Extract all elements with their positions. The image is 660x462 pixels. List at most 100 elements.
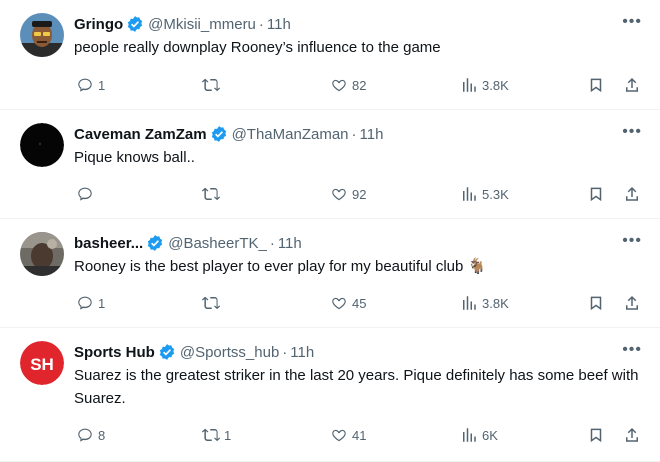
retweet-icon: [202, 428, 220, 442]
reply-icon: [78, 187, 92, 201]
retweet-button[interactable]: [202, 76, 224, 94]
separator-dot: ·: [282, 343, 288, 361]
tweet-actions: 1 45 3.8K: [74, 294, 646, 316]
tweet-content: Caveman ZamZam @ThaManZaman · 11h ••• Pi…: [74, 123, 646, 202]
retweet-icon: [202, 187, 220, 201]
reply-button[interactable]: 8: [76, 426, 105, 444]
avatar[interactable]: [20, 13, 64, 57]
reply-button[interactable]: 1: [76, 76, 105, 94]
reply-icon: [78, 78, 92, 92]
bookmark-button[interactable]: [587, 185, 605, 203]
black-avatar-icon: [20, 123, 64, 167]
like-button[interactable]: 45: [330, 294, 366, 312]
reply-count: 1: [98, 77, 106, 93]
heart-icon: [332, 297, 346, 310]
author-handle[interactable]: @Sportss_hub: [180, 344, 279, 361]
bookmark-icon: [590, 78, 602, 93]
more-options-icon[interactable]: •••: [622, 123, 642, 141]
like-button[interactable]: 92: [330, 185, 366, 203]
like-count: 45: [352, 295, 367, 311]
tweet-content: Sports Hub @Sportss_hub · 11h ••• Suarez…: [74, 341, 646, 443]
retweet-button[interactable]: [202, 294, 224, 312]
views-chart-icon: [463, 428, 476, 442]
views-chart-icon: [463, 78, 476, 92]
tweet[interactable]: SH Sports Hub @Sportss_hub · 11h ••• Sua…: [0, 328, 660, 462]
bookmark-button[interactable]: [587, 76, 605, 94]
tweet-header: basheer... @BasheerTK_ · 11h •••: [74, 232, 646, 254]
view-count: 6K: [482, 427, 498, 443]
tweet-text: people really downplay Rooney’s influenc…: [74, 39, 441, 56]
author-name[interactable]: Gringo: [74, 16, 123, 33]
share-button[interactable]: [623, 185, 641, 203]
more-options-icon[interactable]: •••: [622, 232, 642, 250]
like-count: 92: [352, 186, 367, 202]
views-button[interactable]: 3.8K: [460, 76, 509, 94]
timestamp[interactable]: 11h: [278, 235, 302, 252]
share-button[interactable]: [623, 294, 641, 312]
tweet[interactable]: Caveman ZamZam @ThaManZaman · 11h ••• Pi…: [0, 110, 660, 219]
reply-icon: [78, 296, 92, 310]
retweet-count: 1: [224, 427, 232, 443]
bookmark-button[interactable]: [587, 294, 605, 312]
avatar[interactable]: [20, 232, 64, 276]
tweet-text: Suarez is the greatest striker in the la…: [74, 367, 639, 407]
reply-count: 8: [98, 427, 106, 443]
heart-icon: [332, 188, 346, 201]
author-name[interactable]: Caveman ZamZam: [74, 126, 207, 143]
reply-button[interactable]: [76, 185, 98, 203]
author-handle[interactable]: @Mkisii_mmeru: [148, 16, 256, 33]
author-name[interactable]: basheer...: [74, 235, 143, 252]
verified-badge-icon: [126, 15, 144, 33]
author-handle[interactable]: @ThaManZaman: [232, 126, 349, 143]
timestamp[interactable]: 11h: [267, 16, 291, 33]
tweet-content: basheer... @BasheerTK_ · 11h ••• Rooney …: [74, 232, 646, 311]
avatar[interactable]: [20, 123, 64, 167]
share-button[interactable]: [623, 426, 641, 444]
bookmark-button[interactable]: [587, 426, 605, 444]
tweet[interactable]: basheer... @BasheerTK_ · 11h ••• Rooney …: [0, 219, 660, 328]
retweet-icon: [202, 78, 220, 92]
share-icon: [626, 77, 638, 92]
tweet-header: Sports Hub @Sportss_hub · 11h •••: [74, 341, 646, 363]
verified-badge-icon: [210, 125, 228, 143]
views-button[interactable]: 3.8K: [460, 294, 509, 312]
like-count: 41: [352, 427, 367, 443]
sh-logo-avatar-icon: SH: [20, 341, 64, 385]
photo-avatar-icon: [20, 232, 64, 276]
separator-dot: ·: [351, 125, 357, 143]
tweet-actions: 1 82 3.8K: [74, 76, 646, 98]
reply-button[interactable]: 1: [76, 294, 105, 312]
heart-icon: [332, 79, 346, 92]
heart-icon: [332, 429, 346, 442]
verified-badge-icon: [146, 234, 164, 252]
share-button[interactable]: [623, 76, 641, 94]
views-chart-icon: [463, 296, 476, 310]
like-button[interactable]: 82: [330, 76, 366, 94]
more-options-icon[interactable]: •••: [622, 341, 642, 359]
separator-dot: ·: [269, 234, 275, 252]
verified-badge-icon: [158, 343, 176, 361]
tweet-content: Gringo @Mkisii_mmeru · 11h ••• people re…: [74, 13, 646, 93]
bookmark-icon: [590, 428, 602, 443]
like-button[interactable]: 41: [330, 426, 366, 444]
views-button[interactable]: 5.3K: [460, 185, 509, 203]
author-name[interactable]: Sports Hub: [74, 344, 155, 361]
avatar[interactable]: SH: [20, 341, 64, 385]
more-options-icon[interactable]: •••: [622, 13, 642, 31]
retweet-button[interactable]: 1: [202, 426, 231, 444]
view-count: 5.3K: [482, 186, 509, 202]
share-icon: [626, 427, 638, 442]
view-count: 3.8K: [482, 77, 509, 93]
retweet-button[interactable]: [202, 185, 224, 203]
tweet-actions: 92 5.3K: [74, 185, 646, 207]
author-handle[interactable]: @BasheerTK_: [168, 235, 267, 252]
tweet-text: Rooney is the best player to ever play f…: [74, 258, 487, 275]
timestamp[interactable]: 11h: [290, 344, 314, 361]
views-chart-icon: [463, 187, 476, 201]
reply-count: 1: [98, 295, 106, 311]
like-count: 82: [352, 77, 367, 93]
timestamp[interactable]: 11h: [360, 126, 384, 143]
tweet-feed: Gringo @Mkisii_mmeru · 11h ••• people re…: [0, 0, 660, 462]
views-button[interactable]: 6K: [460, 426, 498, 444]
tweet[interactable]: Gringo @Mkisii_mmeru · 11h ••• people re…: [0, 0, 660, 110]
